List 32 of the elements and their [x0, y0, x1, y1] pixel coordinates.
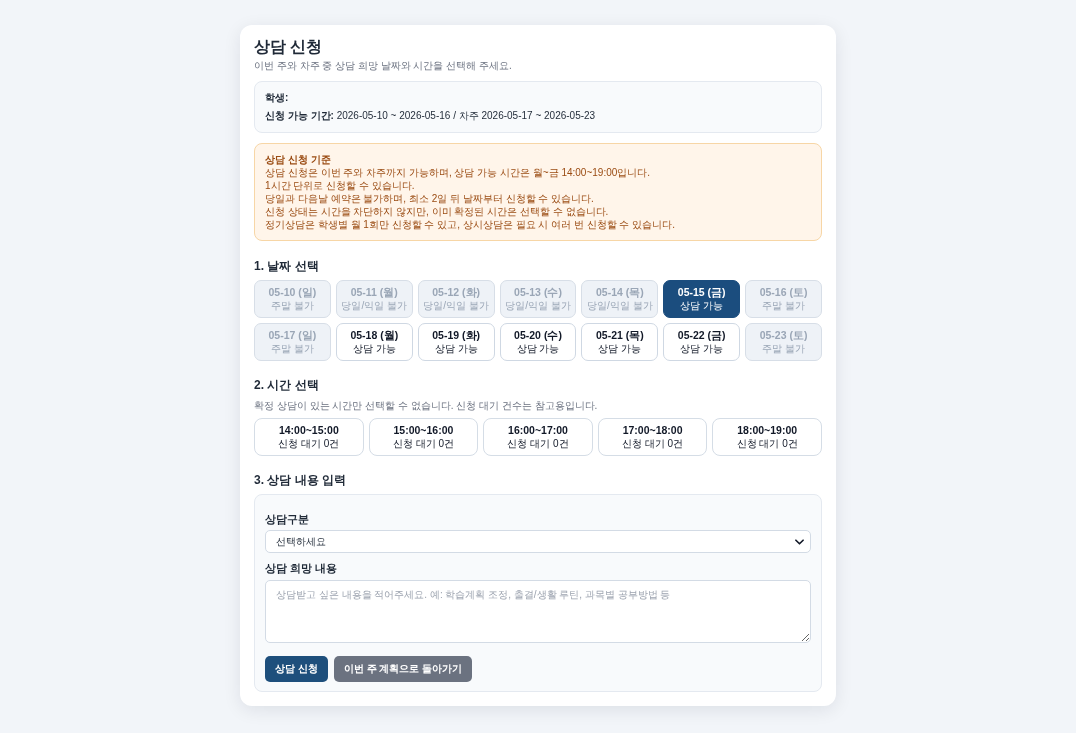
time-slot-option[interactable]: 17:00~18:00 신청 대기 0건	[597, 418, 708, 456]
notice-line: 신청 상태는 시간을 차단하지 않지만, 이미 확정된 시간은 선택할 수 없습니다.	[265, 205, 609, 218]
date-option[interactable]: 05-19 (화) 상담 가능	[417, 323, 495, 361]
date-option[interactable]: 05-20 (수) 상담 가능	[499, 323, 577, 361]
section-heading: 2. 시간 선택	[254, 378, 320, 392]
info-line: 신청 가능 기간: 2026-05-10 ~ 2026-05-16 / 차주 2026-05-17 ~ 2026-05-23	[265, 109, 596, 123]
date-option[interactable]: 05-15 (금) 상담 가능	[663, 280, 741, 318]
notice-line: 당일과 다음날 예약은 불가하며, 최소 2일 뒤 날짜부터 신청할 수 있습니다.	[265, 192, 594, 205]
notice-line: 1시간 단위로 신청할 수 있습니다.	[265, 179, 415, 192]
section-hint: 확정 상담이 있는 시간만 선택할 수 없습니다. 신청 대기 건수는 참고용입니다.	[254, 399, 599, 412]
back-button[interactable]: 이번 주 계획으로 돌아가기	[333, 656, 473, 682]
chevron-down-icon	[795, 538, 804, 545]
notice-line: 상담 신청은 이번 주와 차주까지 가능하며, 상담 가능 시간은 월~금 14:00~19:00입니다.	[265, 166, 651, 179]
date-option[interactable]: 05-21 (목) 상담 가능	[581, 323, 659, 361]
textarea-field[interactable]: 상담받고 싶은 내용을 적어주세요. 예: 학습계획 조정, 출결/생활 루틴, 과목별 공부방법 등	[265, 580, 811, 643]
date-option[interactable]: 05-18 (월) 상담 가능	[335, 323, 413, 361]
time-slot-option[interactable]: 15:00~16:00 신청 대기 0건	[368, 418, 479, 456]
notice-title: 상담 신청 기준	[265, 153, 331, 166]
notice-line: 정기상담은 학생별 월 1회만 신청할 수 있고, 상시상담은 필요 시 여러 번 신청할 수 있습니다.	[265, 218, 675, 231]
field-label: 상담 희망 내용	[265, 561, 337, 575]
submit-button[interactable]: 상담 신청	[265, 656, 328, 682]
section-heading: 1. 날짜 선택	[254, 259, 320, 273]
time-slot-option[interactable]: 18:00~19:00 신청 대기 0건	[712, 418, 822, 456]
field-label: 상담구분	[265, 512, 309, 526]
section-heading: 3. 상담 내용 입력	[254, 473, 347, 487]
info-line: 학생:	[265, 91, 289, 105]
select-field[interactable]: 선택하세요	[265, 530, 811, 553]
page-subtitle: 이번 주와 차주 중 상담 희망 날짜와 시간을 선택해 주세요.	[254, 59, 513, 72]
time-slot-option[interactable]: 16:00~17:00 신청 대기 0건	[483, 418, 593, 456]
date-option[interactable]: 05-22 (금) 상담 가능	[663, 323, 741, 361]
page-title: 상담 신청	[254, 37, 324, 57]
time-slot-option[interactable]: 14:00~15:00 신청 대기 0건	[254, 418, 364, 456]
